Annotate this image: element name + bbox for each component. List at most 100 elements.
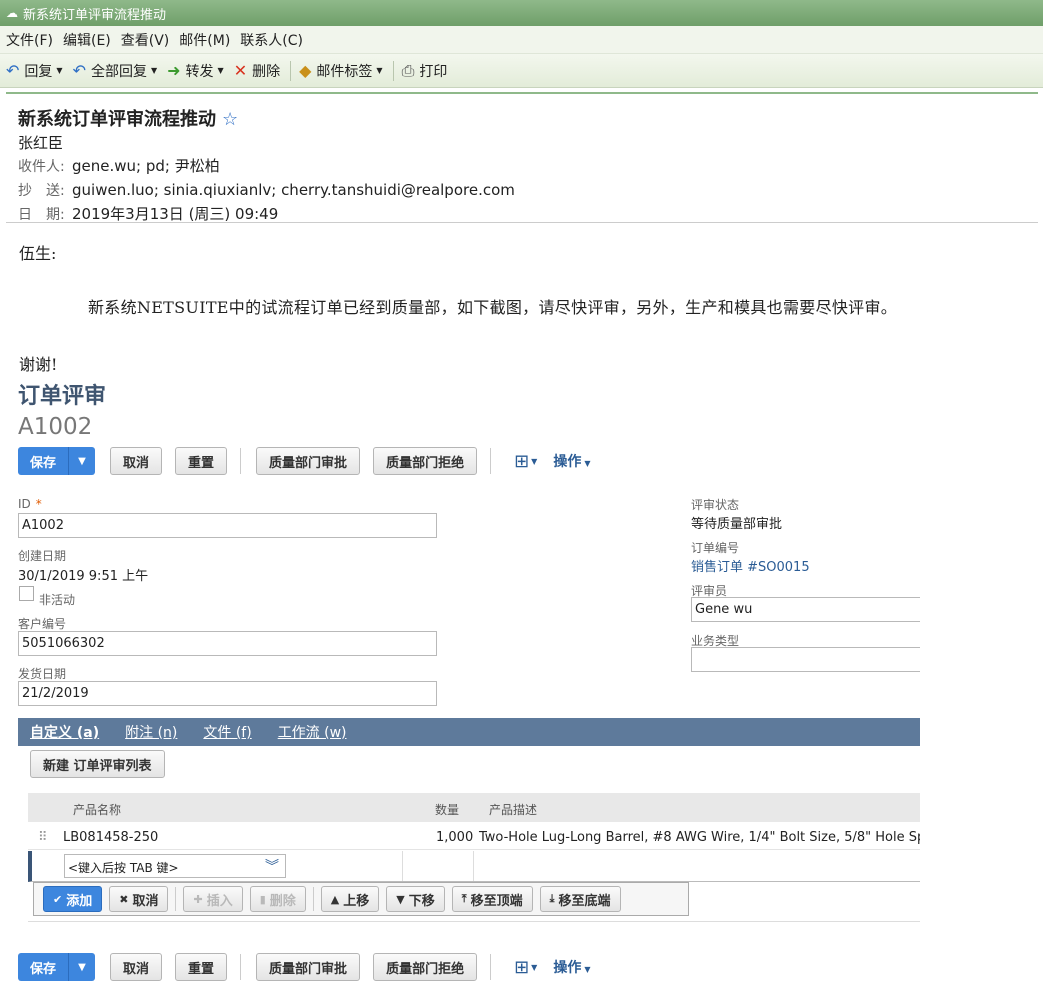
star-icon[interactable]: ☆ xyxy=(222,109,238,130)
window-title: 新系统订单评审流程推动 xyxy=(23,7,167,23)
chevron-down-icon[interactable]: ▼ xyxy=(376,66,382,75)
mail-header: 新系统订单评审流程推动 ☆ 张红臣 收件人: gene.wu; pd; 尹松柏 抄 … xyxy=(6,92,1038,223)
menu-file[interactable]: 文件(F) xyxy=(6,30,53,50)
date-row: 日 期: 2019年3月13日 (周三) 09:49 xyxy=(18,203,1028,227)
quality-reject-button[interactable]: 质量部门拒绝 xyxy=(373,953,478,981)
chevron-down-icon[interactable]: ▼ xyxy=(531,457,537,466)
chevron-down-icon[interactable]: ▼ xyxy=(151,66,157,75)
subtab-bar: 自定义 (a) 附注 (n) 文件 (f) 工作流 (w) xyxy=(18,718,920,746)
mail-toolbar: ↶ 回复 ▼ ↶ 全部回复 ▼ ➜ 转发 ▼ ✕ 删除 ◆ 邮件标签 ▼ ⎙ 打… xyxy=(0,54,1043,88)
mail-app-icon: ☁ xyxy=(6,6,18,20)
insert-line-button[interactable]: ✚ 插入 xyxy=(183,886,243,912)
row-product-name: LB081458-250 xyxy=(63,830,159,845)
window-titlebar: ☁ 新系统订单评审流程推动 xyxy=(0,0,1043,26)
reviewer-input[interactable]: Gene wu xyxy=(691,597,920,622)
quality-reject-button[interactable]: 质量部门拒绝 xyxy=(373,447,478,475)
forward-icon: ➜ xyxy=(167,61,181,80)
cancel-line-button[interactable]: ✖ 取消 xyxy=(109,886,169,912)
save-button[interactable]: 保存 ▼ xyxy=(18,447,96,475)
customer-number-input[interactable]: 5051066302 xyxy=(18,631,437,656)
reset-button[interactable]: 重置 xyxy=(175,447,228,475)
move-top-button[interactable]: ⤒ 移至顶端 xyxy=(451,886,533,912)
move-top-icon: ⤒ xyxy=(461,892,467,905)
move-up-button[interactable]: ▲ 上移 xyxy=(320,886,380,912)
print-button[interactable]: ⎙ 打印 xyxy=(402,61,448,81)
tab-files[interactable]: 文件 (f) xyxy=(203,722,251,742)
cancel-button[interactable]: 取消 xyxy=(110,447,163,475)
actions-menu[interactable]: 操作 ▼ xyxy=(553,451,590,471)
tab-custom[interactable]: 自定义 (a) xyxy=(30,722,99,742)
chevron-down-icon[interactable]: ▼ xyxy=(218,66,224,75)
tab-notes[interactable]: 附注 (n) xyxy=(125,722,177,742)
move-bottom-button[interactable]: ⤓ 移至底端 xyxy=(539,886,621,912)
new-record-icon[interactable]: ⊞ xyxy=(514,957,529,978)
mail-sender[interactable]: 张红臣 xyxy=(18,132,1028,153)
button-divider xyxy=(240,448,242,474)
reply-all-button[interactable]: ↶ 全部回复 ▼ xyxy=(73,61,158,81)
button-divider xyxy=(490,448,492,474)
remove-line-button[interactable]: ▮ 删除 xyxy=(249,886,306,912)
chevron-down-icon[interactable]: ▼ xyxy=(69,447,95,475)
form-button-bar-bottom: 保存 ▼ 取消 重置 质量部门审批 质量部门拒绝 ⊞ ▼ 操作 ▼ xyxy=(18,953,590,981)
cc-row: 抄 送: guiwen.luo; sinia.qiuxianlv; cherry.… xyxy=(18,179,1028,203)
delete-icon: ✕ xyxy=(233,61,248,80)
quality-approve-button[interactable]: 质量部门审批 xyxy=(256,953,361,981)
double-chevron-down-icon[interactable]: ︾ xyxy=(265,856,279,876)
chevron-down-icon: ▼ xyxy=(584,965,591,974)
plus-icon: ✚ xyxy=(193,892,203,906)
business-type-input[interactable] xyxy=(691,647,920,672)
button-divider xyxy=(240,954,242,980)
id-input[interactable]: A1002 xyxy=(18,513,437,538)
order-number-link[interactable]: 销售订单 #SO0015 xyxy=(691,556,810,575)
quality-approve-button[interactable]: 质量部门审批 xyxy=(256,447,361,475)
table-edit-row: <键入后按 TAB 键> ︾ xyxy=(28,851,920,882)
menu-bar: 文件(F) 编辑(E) 查看(V) 邮件(M) 联系人(C) xyxy=(0,26,1043,54)
arrow-up-icon: ▲ xyxy=(330,892,340,906)
cc-recipients[interactable]: guiwen.luo; sinia.qiuxianlv; cherry.tans… xyxy=(72,181,515,199)
product-select[interactable]: <键入后按 TAB 键> ︾ xyxy=(64,854,286,878)
save-button[interactable]: 保存 ▼ xyxy=(18,953,96,981)
button-divider xyxy=(490,954,492,980)
reset-button[interactable]: 重置 xyxy=(175,953,228,981)
inactive-label: 非活动 xyxy=(39,593,76,607)
new-review-list-button[interactable]: 新建 订单评审列表 xyxy=(30,750,165,778)
actions-menu[interactable]: 操作 ▼ xyxy=(553,957,590,977)
close-icon: ✖ xyxy=(119,892,129,906)
column-description: 产品描述 xyxy=(489,803,538,817)
menu-view[interactable]: 查看(V) xyxy=(121,30,170,50)
move-down-button[interactable]: ▼ 下移 xyxy=(386,886,445,912)
menu-edit[interactable]: 编辑(E) xyxy=(63,30,111,50)
chevron-down-icon[interactable]: ▼ xyxy=(531,963,537,972)
forward-button[interactable]: ➜ 转发 ▼ xyxy=(167,61,224,81)
reply-all-icon: ↶ xyxy=(72,61,86,80)
menu-contacts[interactable]: 联系人(C) xyxy=(240,30,303,50)
trash-icon: ▮ xyxy=(259,892,266,906)
table-row[interactable]: ⠿ LB081458-250 1,000 Two-Hole Lug-Long B… xyxy=(28,822,920,850)
to-label: 收件人: xyxy=(18,159,65,175)
cell-divider xyxy=(402,851,403,881)
move-bottom-icon: ⤓ xyxy=(549,892,555,905)
tab-workflow[interactable]: 工作流 (w) xyxy=(278,722,347,742)
add-line-button[interactable]: ✔ 添加 xyxy=(43,886,103,912)
chevron-down-icon[interactable]: ▼ xyxy=(69,953,95,981)
created-date-label: 创建日期 xyxy=(18,549,67,563)
ship-date-input[interactable]: 21/2/2019 xyxy=(18,681,437,706)
required-icon: * xyxy=(35,497,42,511)
new-record-icon[interactable]: ⊞ xyxy=(514,451,529,472)
delete-button[interactable]: ✕ 删除 xyxy=(234,61,280,81)
created-date-value: 30/1/2019 9:51 上午 xyxy=(18,569,149,584)
button-divider xyxy=(175,887,177,911)
drag-handle-icon[interactable]: ⠿ xyxy=(38,830,48,845)
inactive-checkbox[interactable] xyxy=(19,586,34,601)
mail-tag-button[interactable]: ◆ 邮件标签 ▼ xyxy=(299,61,382,81)
review-status-value: 等待质量部审批 xyxy=(691,517,783,532)
cancel-button[interactable]: 取消 xyxy=(110,953,163,981)
column-quantity: 数量 xyxy=(435,803,460,817)
menu-mail[interactable]: 邮件(M) xyxy=(179,30,230,50)
reply-button[interactable]: ↶ 回复 ▼ xyxy=(6,61,63,81)
to-recipients[interactable]: gene.wu; pd; 尹松柏 xyxy=(72,157,220,175)
record-id: A1002 xyxy=(18,414,93,440)
chevron-down-icon[interactable]: ▼ xyxy=(56,66,62,75)
toolbar-divider xyxy=(392,60,394,81)
arrow-down-icon: ▼ xyxy=(396,892,405,906)
